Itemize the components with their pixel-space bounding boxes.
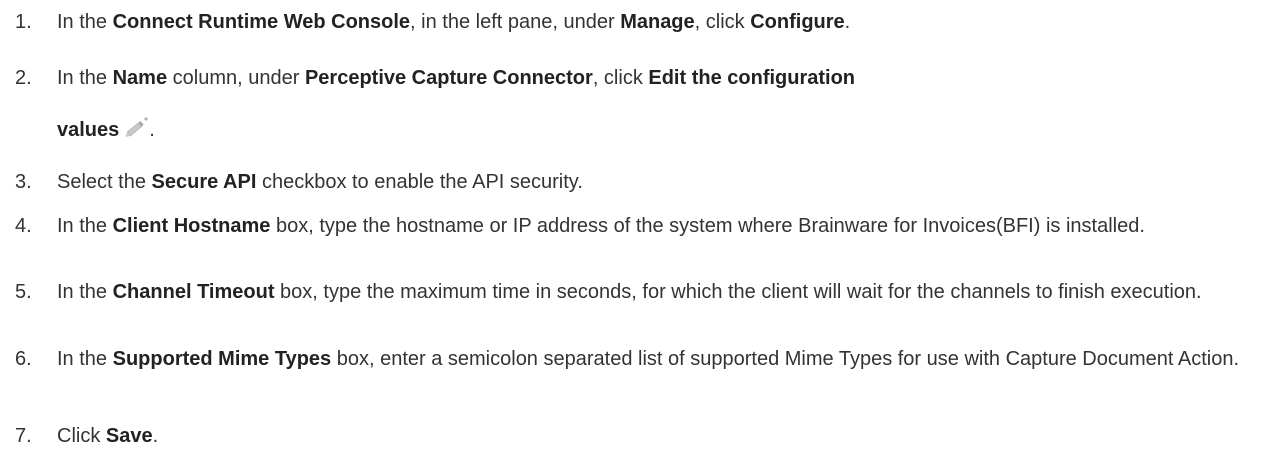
pencil-icon	[123, 116, 149, 138]
step-text-part: box, enter a semicolon separated list of…	[331, 348, 1240, 370]
step-number: 6.	[15, 348, 32, 370]
step-text-part: , in the left pane, under	[410, 11, 621, 33]
step-text-part: column, under	[167, 67, 305, 89]
instruction-steps-list: 1. In the Connect Runtime Web Console, i…	[0, 0, 1265, 470]
ui-term: Channel Timeout	[112, 281, 275, 303]
step-text: In the Client Hostname box, type the hos…	[57, 215, 1247, 238]
ui-term: Secure API	[151, 171, 257, 193]
step-text-part: In the	[57, 215, 113, 237]
step-number: 3.	[15, 171, 32, 193]
step-number: 1.	[15, 11, 32, 33]
step-text-part: .	[152, 425, 159, 447]
step-text-part: .	[149, 119, 155, 141]
step-text: values .	[57, 116, 1247, 142]
step-text-part: Click	[57, 425, 106, 447]
step-text-part: checkbox to enable the API security.	[256, 171, 583, 193]
step-number: 7.	[15, 425, 32, 447]
step-number: 2.	[15, 67, 32, 89]
step-text-part: box, type the hostname or IP address of …	[270, 215, 1145, 237]
ui-term: Configure	[750, 11, 845, 33]
ui-term: Save	[105, 425, 153, 447]
step-text: Select the Secure API checkbox to enable…	[57, 171, 1247, 194]
ui-term: Connect Runtime Web Console	[112, 11, 411, 33]
ui-term: Name	[112, 67, 168, 89]
step-number: 4.	[15, 215, 32, 237]
step-text: In the Connect Runtime Web Console, in t…	[57, 11, 1247, 34]
step-text: Click Save.	[57, 425, 1247, 448]
ui-term: Client Hostname	[112, 215, 271, 237]
step-text-part: , click	[694, 11, 751, 33]
step-text-part: box, type the maximum time in seconds, f…	[274, 281, 1202, 303]
ui-term: Supported Mime Types	[112, 348, 332, 370]
step-text-part: In the	[57, 348, 113, 370]
step-text-part: Select the	[57, 171, 152, 193]
step-number: 5.	[15, 281, 32, 303]
step-text-part: , click	[592, 67, 649, 89]
step-text-part: In the	[57, 11, 113, 33]
step-text: In the Name column, under Perceptive Cap…	[57, 67, 1247, 90]
step-text-part: In the	[57, 67, 113, 89]
step-text: In the Channel Timeout box, type the max…	[57, 281, 1247, 304]
ui-term: Edit the configuration	[648, 67, 856, 89]
ui-term: values	[57, 119, 120, 141]
ui-term: Perceptive Capture Connector	[304, 67, 593, 89]
step-text-part: In the	[57, 281, 113, 303]
step-text-part: .	[844, 11, 851, 33]
step-text: In the Supported Mime Types box, enter a…	[57, 348, 1247, 371]
ui-term: Manage	[620, 11, 695, 33]
